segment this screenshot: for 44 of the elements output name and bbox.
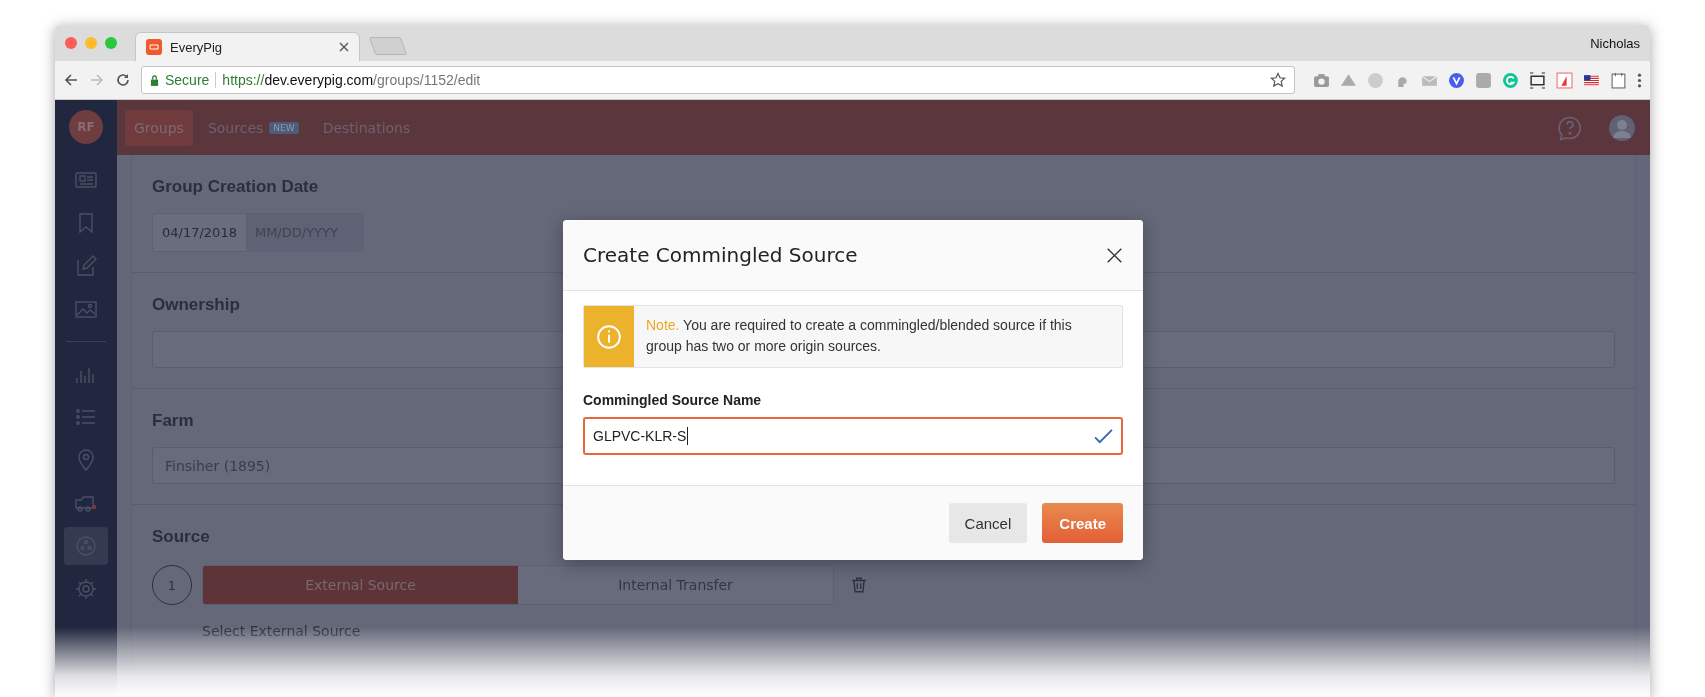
info-icon (596, 323, 622, 350)
trash-icon[interactable] (850, 576, 868, 594)
close-window-button[interactable] (65, 37, 77, 49)
nav-tab[interactable]: Groups (125, 109, 193, 146)
note-text: Note. You are required to create a commingled/blended source if this group has two or more origin sources. (645, 316, 1073, 356)
lock-icon (150, 74, 159, 86)
gear-icon (74, 577, 98, 601)
circle-icon[interactable] (1448, 71, 1465, 89)
forward-icon[interactable] (89, 72, 105, 88)
frame-icon[interactable] (1529, 71, 1546, 89)
field-label: Ownership (152, 295, 240, 315)
circle-icon[interactable] (1502, 71, 1519, 89)
edit-icon (74, 254, 98, 278)
more-icon[interactable] (1637, 71, 1642, 89)
field-label: Farm (152, 411, 194, 431)
reload-icon[interactable] (115, 72, 131, 88)
square-icon[interactable] (1475, 71, 1492, 89)
field-label: Commingled Source Name (583, 392, 763, 408)
address-bar[interactable]: Secure https://dev.everypig.com/groups/1152/edit (141, 66, 1295, 94)
secure-label: Secure (165, 72, 210, 88)
cancel-button[interactable]: Cancel (948, 503, 1028, 543)
url-text: https://dev.everypig.com/groups/1152/edit (222, 72, 481, 88)
field-label: Group Creation Date (152, 177, 319, 197)
calendar-icon[interactable] (1610, 71, 1627, 89)
triangle-icon[interactable] (1340, 71, 1357, 89)
user-avatar[interactable] (1608, 113, 1636, 142)
new-tab-button[interactable] (368, 37, 408, 55)
close-icon[interactable] (1106, 246, 1123, 264)
star-icon[interactable] (1270, 72, 1286, 88)
create-button[interactable]: Create (1042, 503, 1123, 543)
camera-icon[interactable] (1313, 71, 1330, 89)
field-label: Source (152, 527, 210, 547)
source-name-field[interactable]: GLPVC-KLR-S (583, 417, 1123, 455)
source-type-tab[interactable]: External Source (203, 566, 518, 604)
zoom-window-button[interactable] (105, 37, 117, 49)
modal-title: Create Commingled Source (583, 243, 858, 267)
profile-name[interactable]: Nicholas (1590, 35, 1640, 51)
back-icon[interactable] (63, 72, 79, 88)
minimize-window-button[interactable] (85, 37, 97, 49)
close-tab-icon[interactable] (339, 42, 349, 52)
field-label: Select External Source (202, 623, 361, 639)
square-icon[interactable] (1556, 71, 1573, 89)
sidebar-item[interactable] (64, 527, 108, 565)
browser-tab[interactable]: EveryPig (135, 32, 360, 61)
